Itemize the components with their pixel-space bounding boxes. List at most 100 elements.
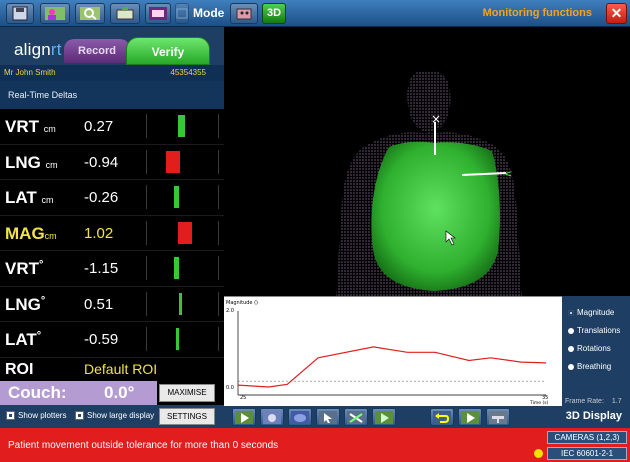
grid-icon — [176, 8, 188, 19]
delta-gauge — [144, 220, 220, 245]
capture-button[interactable] — [260, 408, 284, 426]
delta-value: -0.26 — [84, 189, 119, 206]
plot-options-panel: Magnitude Translations Rotations Breathi… — [562, 296, 630, 406]
patient-button[interactable] — [40, 3, 70, 24]
surface-icon — [291, 411, 309, 424]
status-message: Patient movement outside tolerance for m… — [8, 440, 279, 451]
camera-button[interactable] — [110, 3, 140, 24]
bottom-toolbar: 3D Display — [224, 406, 630, 428]
roi-row: ROI Default ROI — [0, 357, 224, 383]
couch-label: Couch: — [8, 383, 67, 402]
patient-bar: Mr John Smith 45354355 — [0, 65, 224, 81]
monitoring-functions-label[interactable]: Monitoring functions — [483, 7, 592, 19]
alignrt-logo: alignrt — [14, 40, 62, 59]
brand-area: alignrt Record Verify — [0, 27, 224, 65]
delta-gauge-bar — [174, 186, 179, 208]
mode-label: Mode — [193, 6, 225, 20]
delta-gauge-bar — [174, 257, 179, 279]
pointer-button[interactable] — [316, 408, 340, 426]
robot-button[interactable] — [230, 3, 258, 24]
play-button[interactable] — [232, 408, 256, 426]
search-button[interactable] — [75, 3, 105, 24]
svg-text:<: < — [504, 169, 512, 180]
y-min-label: 0.0 — [226, 385, 234, 391]
delta-value: 0.27 — [84, 118, 114, 135]
delta-unit: cm — [45, 159, 58, 170]
settings-button[interactable]: SETTINGS — [159, 408, 215, 425]
cameras-indicator[interactable]: CAMERAS (1,2,3) — [547, 431, 627, 444]
patient-icon — [45, 7, 65, 20]
surface-button[interactable] — [288, 408, 312, 426]
show-plotters-checkbox[interactable] — [6, 411, 15, 420]
y-max-label: 2.0 — [226, 308, 234, 314]
magnitude-plot: Magnitude () 2.0 0.0 25 35 Time (s) — [224, 296, 562, 406]
delta-unit: ° — [40, 294, 46, 307]
grid-button[interactable] — [175, 3, 189, 24]
delta-gauge-bar — [176, 328, 179, 350]
delta-gauge — [144, 327, 220, 351]
couch-move-button[interactable] — [486, 408, 510, 426]
tab-verify[interactable]: Verify — [126, 37, 210, 65]
radio-breathing[interactable]: Breathing — [568, 362, 630, 371]
warning-indicator — [534, 449, 543, 458]
display-button[interactable] — [145, 3, 171, 24]
play-forward-button[interactable] — [458, 408, 482, 426]
delta-gauge — [144, 256, 220, 280]
delta-gauge-bar — [179, 292, 182, 315]
delta-gauge-bar — [166, 150, 180, 173]
patient-surface-render: × < — [336, 72, 522, 296]
top-toolbar: Mode 3D Monitoring functions ✕ — [0, 0, 630, 27]
options-bar: Show plotters Show large display SETTING… — [0, 405, 224, 428]
delta-label: VRT — [5, 259, 39, 278]
maximise-button[interactable]: MAXIMISE — [159, 384, 215, 402]
couch-bar: Couch: 0.0° MAXIMISE — [0, 381, 224, 405]
reference-icon — [347, 411, 365, 424]
radio-magnitude[interactable]: Magnitude — [568, 308, 630, 317]
delta-unit: cm — [43, 124, 56, 134]
roi-value[interactable]: Default ROI — [84, 361, 157, 377]
show-plotters-label: Show plotters — [18, 411, 67, 420]
play-icon — [375, 411, 393, 424]
delta-label: MAG — [5, 223, 45, 243]
pointer-icon — [319, 411, 337, 424]
delta-value: -1.15 — [84, 260, 119, 277]
delta-row-vrt-cm: VRT cm 0.27 — [0, 109, 224, 145]
3d-display-label: 3D Display — [565, 410, 622, 422]
delta-gauge — [144, 291, 220, 316]
display-icon — [149, 7, 167, 20]
left-panel: alignrt Record Verify Mr John Smith 4535… — [0, 27, 224, 428]
radio-translations[interactable]: Translations — [568, 326, 630, 335]
delta-value: 1.02 — [84, 224, 114, 242]
close-button[interactable]: ✕ — [606, 3, 627, 24]
radio-dot — [568, 345, 574, 352]
delta-value: -0.94 — [84, 153, 119, 171]
couch-value: 0.0° — [104, 383, 135, 402]
reference-button[interactable] — [344, 408, 368, 426]
patient-id: 45354355 — [170, 68, 206, 77]
show-large-display-checkbox[interactable] — [75, 411, 84, 420]
delta-gauge-bar — [178, 115, 185, 137]
deltas-list: VRT cm 0.27 LNG cm -0.94 LAT cm -0.26 MA… — [0, 109, 224, 358]
svg-text:×: × — [431, 112, 441, 126]
undo-button[interactable] — [430, 408, 454, 426]
frame-rate: Frame Rate: 1.7 — [565, 398, 622, 405]
tab-record[interactable]: Record — [64, 39, 130, 63]
play-reference-button[interactable] — [372, 408, 396, 426]
radio-rotations[interactable]: Rotations — [568, 344, 630, 353]
camera-icon — [116, 7, 134, 20]
y-axis-label: Magnitude () — [226, 300, 258, 306]
delta-row-lat-deg: LAT° -0.59 — [0, 322, 224, 358]
frame-rate-value: 1.7 — [611, 398, 622, 405]
play-icon — [461, 411, 479, 424]
3d-view[interactable]: × < — [224, 27, 630, 296]
delta-gauge — [144, 149, 220, 174]
radio-dot — [568, 363, 574, 370]
camera-icon — [263, 411, 281, 424]
delta-row-lng-cm: LNG cm -0.94 — [0, 145, 224, 180]
delta-unit: cm — [41, 195, 54, 205]
delta-label: LAT — [5, 330, 37, 349]
save-button[interactable] — [6, 3, 34, 24]
delta-label: LAT — [5, 188, 37, 207]
3d-mode-button[interactable]: 3D — [262, 3, 286, 24]
robot-icon — [236, 8, 252, 20]
